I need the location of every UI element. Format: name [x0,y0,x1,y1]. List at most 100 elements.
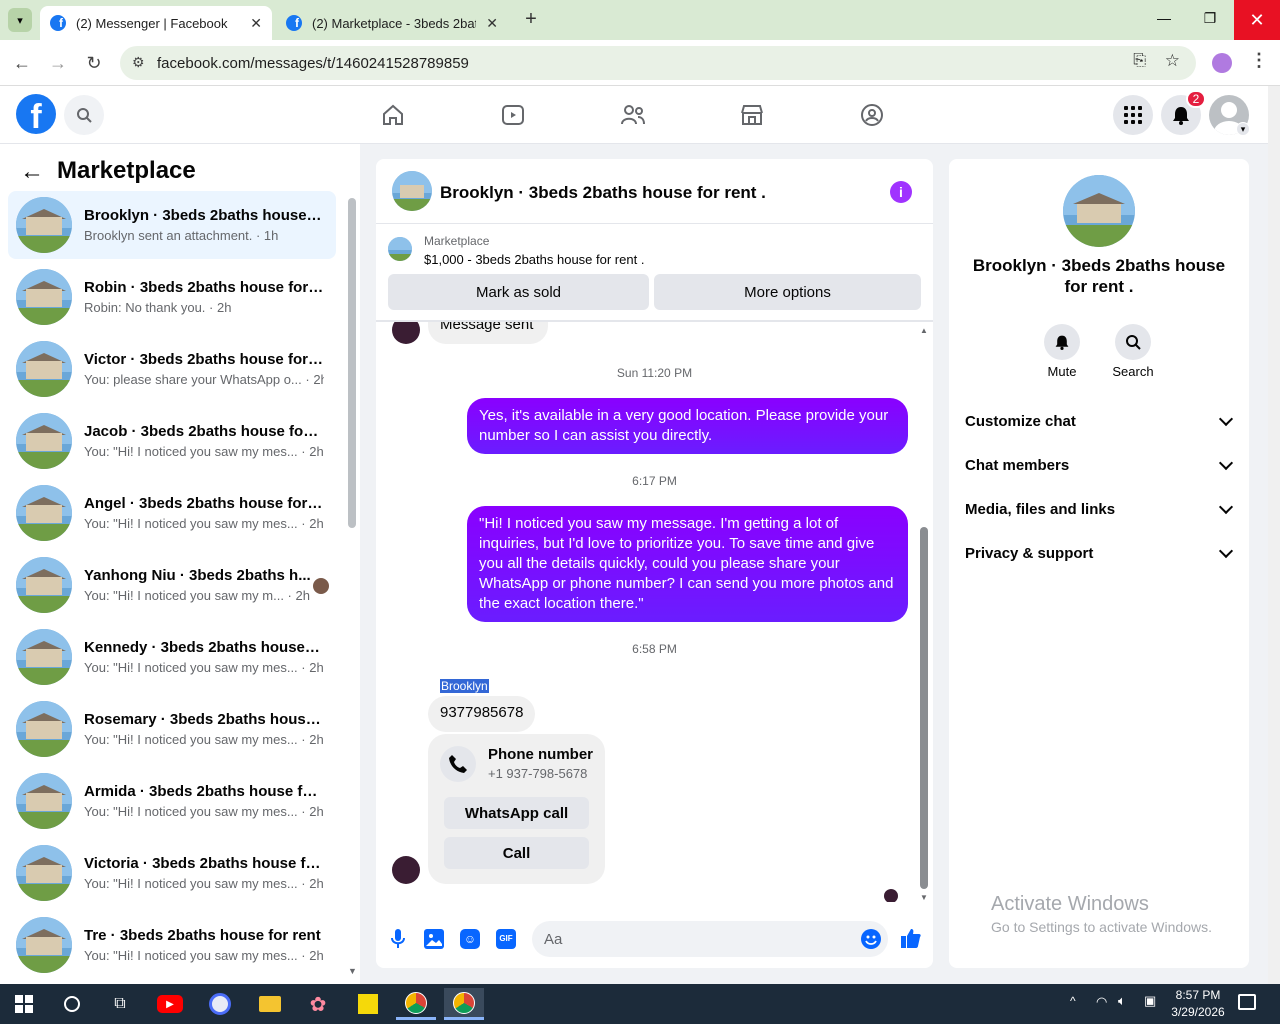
tab-search-icon[interactable]: ▾ [8,8,32,32]
more-options-button[interactable]: More options [654,274,921,310]
partial-message-text: Message sent [440,322,534,333]
search-in-chat-button[interactable] [1115,324,1151,360]
gaming-icon[interactable] [857,100,887,130]
info-avatar[interactable] [1063,175,1135,247]
search-icon [1126,335,1141,350]
address-bar[interactable]: ⚙ facebook.com/messages/t/14602415287898… [120,46,1196,80]
media-files-links-section[interactable]: Media, files and links [965,487,1235,531]
conversation-item[interactable]: Victoria · 3beds 2baths house fo... You: … [8,839,336,907]
customize-chat-section[interactable]: Customize chat [965,399,1235,443]
conversation-item[interactable]: Brooklyn · 3beds 2baths house f... Brookl… [8,191,336,259]
call-button[interactable]: Call [444,837,589,869]
clock-date[interactable]: 3/29/2026 [1160,1005,1236,1019]
site-info-icon[interactable]: ⚙ [132,54,145,71]
chrome-profile-icon[interactable] [444,988,484,1020]
task-view-icon[interactable]: ⧉ [100,988,140,1020]
new-tab-button[interactable]: + [520,8,542,32]
browser-tab-bar: ▾ f (2) Messenger | Facebook ✕ f (2) Mar… [0,0,1280,40]
conversation-item[interactable]: Victor · 3beds 2baths house for ... You: … [8,335,336,403]
youtube-icon[interactable]: ▶ [150,988,190,1020]
conversation-item[interactable]: Tre · 3beds 2baths house for rent You: "H… [8,911,336,979]
wifi-icon[interactable]: ◠ [1096,994,1107,1010]
tray-overflow-icon[interactable]: ^ [1070,994,1076,1008]
tab-title: (2) Marketplace - 3beds 2baths [312,15,476,31]
reload-icon[interactable]: ↻ [81,50,107,76]
chat-avatar[interactable] [392,171,432,211]
emoji-icon[interactable] [861,929,881,949]
notifications-center-icon[interactable] [1238,994,1256,1010]
conversation-item[interactable]: Robin · 3beds 2baths house for r... Robin… [8,263,336,331]
listing-thumbnail [16,845,72,901]
mute-button[interactable] [1044,324,1080,360]
conversation-preview: Brooklyn sent an attachment. · 1h [84,228,279,243]
windows-start-icon[interactable] [4,988,44,1020]
marketplace-icon[interactable] [737,100,767,130]
conversation-item[interactable]: Rosemary · 3beds 2baths house ... You: "H… [8,695,336,763]
tab-marketplace[interactable]: f (2) Marketplace - 3beds 2baths ✕ [276,6,508,40]
scroll-down-icon[interactable]: ▼ [920,893,928,902]
close-tab-icon[interactable]: ✕ [486,15,498,32]
clock-time[interactable]: 8:57 PM [1160,988,1236,1002]
chat-members-section[interactable]: Chat members [965,443,1235,487]
chat-title[interactable]: Brooklyn · 3beds 2baths house for rent . [440,183,766,203]
volume-icon[interactable]: 🔈︎ [1118,993,1126,1009]
restore-button[interactable]: ❐ [1198,10,1222,30]
scroll-down-icon[interactable]: ▼ [348,966,357,976]
outgoing-message[interactable]: "Hi! I noticed you saw my message. I'm g… [467,506,908,622]
chrome-icon[interactable] [396,988,436,1020]
vpn-app-icon[interactable] [200,988,240,1020]
browser-menu-icon[interactable]: ⋮ [1250,50,1268,71]
home-icon[interactable] [378,100,408,130]
whatsapp-call-button[interactable]: WhatsApp call [444,797,589,829]
friends-icon[interactable] [618,100,648,130]
incoming-message[interactable]: 9377985678 [428,696,536,732]
sticky-notes-icon[interactable] [348,988,388,1020]
list-scrollbar[interactable] [348,198,356,528]
activation-watermark-subtitle: Go to Settings to activate Windows. [991,919,1212,935]
info-icon[interactable]: i [890,181,912,203]
page-scrollbar[interactable] [1268,86,1280,984]
bookmark-star-icon[interactable]: ☆ [1165,51,1180,71]
conversation-item[interactable]: Yanhong Niu · 3beds 2baths h... You: "Hi!… [8,551,336,619]
sticker-icon[interactable]: ☺ [460,929,480,949]
forward-icon[interactable]: → [45,50,71,76]
back-arrow-icon[interactable]: ← [20,158,44,186]
timestamp: Sun 11:20 PM [616,366,693,380]
tab-messenger[interactable]: f (2) Messenger | Facebook ✕ [40,6,272,40]
conversation-item[interactable]: Kennedy · 3beds 2baths house f... You: "H… [8,623,336,691]
outgoing-message[interactable]: Yes, it's available in a very good locat… [467,398,908,454]
search-button[interactable] [64,95,104,135]
scroll-up-icon[interactable]: ▲ [920,326,928,335]
conversation-item[interactable]: Armida · 3beds 2baths house fo... You: "H… [8,767,336,835]
menu-grid-button[interactable] [1113,95,1153,135]
account-chevron-icon[interactable]: ▾ [1236,122,1250,136]
conversation-item[interactable]: Jacob · 3beds 2baths house for r... You: … [8,407,336,475]
minimize-button[interactable]: — [1152,10,1176,30]
conversation-item[interactable]: Angel · 3beds 2baths house for r... You: … [8,479,336,547]
listing-detail[interactable]: $1,000 - 3beds 2baths house for rent . [424,252,644,267]
thumbs-up-icon[interactable] [900,927,922,949]
facebook-logo[interactable]: f [16,94,56,134]
photo-icon[interactable] [424,929,444,949]
browser-toolbar: ← → ↻ ⚙ facebook.com/messages/t/14602415… [0,40,1280,86]
chat-scrollbar[interactable] [920,527,928,889]
message-input[interactable]: Aa [532,921,888,957]
search-taskbar-icon[interactable] [52,988,92,1020]
profile-avatar-icon[interactable] [1212,53,1232,73]
back-icon[interactable]: ← [9,50,35,76]
meet-now-icon[interactable]: ▣ [1144,993,1156,1009]
file-explorer-icon[interactable] [250,988,290,1020]
paint-app-icon[interactable]: ✿ [298,988,338,1020]
close-tab-icon[interactable]: ✕ [250,15,262,32]
microphone-icon[interactable] [390,927,406,951]
privacy-support-section[interactable]: Privacy & support [965,531,1235,575]
mark-as-sold-button[interactable]: Mark as sold [388,274,649,310]
video-icon[interactable] [498,100,528,130]
conversation-preview: You: "Hi! I noticed you saw my mes... · … [84,876,324,891]
install-app-icon[interactable]: ⎘ [1133,52,1146,70]
notification-badge: 2 [1186,90,1206,108]
close-window-button[interactable]: ✕ [1234,0,1280,40]
gif-icon[interactable]: GIF [496,929,516,949]
conversation-name: Rosemary · 3beds 2baths house ... [84,711,324,728]
conversation-name: Victoria · 3beds 2baths house fo... [84,855,324,872]
